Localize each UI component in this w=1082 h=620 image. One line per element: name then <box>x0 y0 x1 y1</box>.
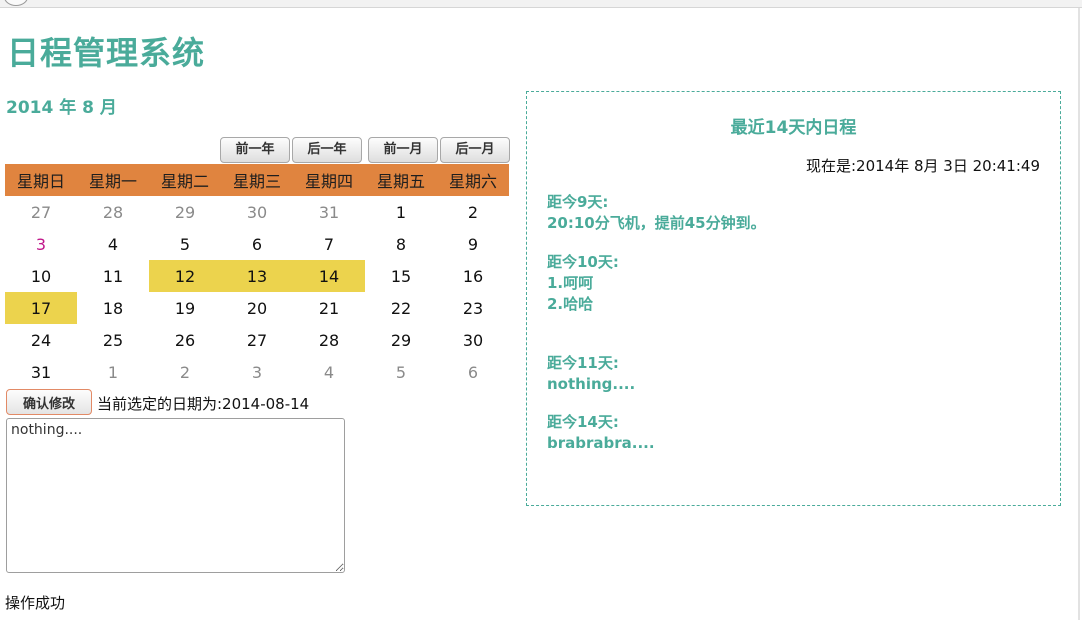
scrollbar-edge <box>1078 8 1080 620</box>
calendar-day-cell[interactable]: 11 <box>77 260 149 292</box>
weekday-header: 星期三 <box>221 164 293 196</box>
entry-text: 1.呵呵 <box>547 274 594 292</box>
calendar-day-cell[interactable]: 1 <box>77 356 149 388</box>
entry-text: nothing.... <box>547 375 636 393</box>
confirm-edit-button[interactable]: 确认修改 <box>6 389 92 415</box>
entry-days-away: 距今10天: <box>547 253 619 271</box>
calendar-day-cell[interactable]: 25 <box>77 324 149 356</box>
weekday-header: 星期一 <box>77 164 149 196</box>
app-title: 日程管理系统 <box>7 34 206 72</box>
calendar-week-row: 3456789 <box>5 228 509 260</box>
weekday-header: 星期四 <box>293 164 365 196</box>
calendar-day-cell[interactable]: 3 <box>221 356 293 388</box>
calendar-day-cell[interactable]: 29 <box>365 324 437 356</box>
calendar-day-cell[interactable]: 3 <box>5 228 77 260</box>
calendar-day-cell[interactable]: 28 <box>293 324 365 356</box>
calendar-day-cell[interactable]: 15 <box>365 260 437 292</box>
weekday-header: 星期六 <box>437 164 509 196</box>
entry-days-away: 距今11天: <box>547 354 619 372</box>
calendar-day-cell[interactable]: 27 <box>221 324 293 356</box>
calendar-day-cell[interactable]: 31 <box>5 356 77 388</box>
calendar-day-cell[interactable]: 26 <box>149 324 221 356</box>
calendar-day-cell[interactable]: 4 <box>293 356 365 388</box>
schedule-entry: 距今11天: nothing.... <box>547 353 635 395</box>
calendar-day-cell[interactable]: 13 <box>221 260 293 292</box>
calendar-day-cell[interactable]: 31 <box>293 196 365 228</box>
calendar-grid: 星期日 星期一 星期二 星期三 星期四 星期五 星期六 27 28 29 30 31 1 2… <box>5 164 509 388</box>
next-year-button[interactable]: 后一年 <box>292 137 362 163</box>
calendar-day-cell[interactable]: 29 <box>149 196 221 228</box>
entry-text: 20:10分飞机，提前45分钟到。 <box>547 214 766 232</box>
weekday-header: 星期日 <box>5 164 77 196</box>
schedule-entry: 距今9天: 20:10分飞机，提前45分钟到。 <box>547 192 766 234</box>
calendar-day-cell[interactable]: 5 <box>365 356 437 388</box>
calendar-day-cell[interactable]: 18 <box>77 292 149 324</box>
selected-date-text: 当前选定的日期为:2014-08-14 <box>97 395 310 413</box>
weekday-header-row: 星期日 星期一 星期二 星期三 星期四 星期五 星期六 <box>5 164 509 196</box>
calendar-week-row: 27 28 29 30 31 1 2 <box>5 196 509 228</box>
calendar-day-cell[interactable]: 4 <box>77 228 149 260</box>
calendar-day-cell[interactable]: 5 <box>149 228 221 260</box>
entry-days-away: 距今9天: <box>547 193 609 211</box>
current-time-text: 现在是:2014年 8月 3日 20:41:49 <box>806 157 1040 175</box>
calendar-day-cell[interactable]: 14 <box>293 260 365 292</box>
entry-days-away: 距今14天: <box>547 413 619 431</box>
calendar-day-cell[interactable]: 19 <box>149 292 221 324</box>
weekday-header: 星期二 <box>149 164 221 196</box>
calendar-day-cell[interactable]: 28 <box>77 196 149 228</box>
weekday-header: 星期五 <box>365 164 437 196</box>
calendar-day-cell[interactable]: 22 <box>365 292 437 324</box>
entry-text: brabrabra.... <box>547 434 655 452</box>
calendar-day-cell[interactable]: 17 <box>5 292 77 324</box>
calendar-day-cell[interactable]: 6 <box>221 228 293 260</box>
calendar-day-cell[interactable]: 9 <box>437 228 509 260</box>
status-message: 操作成功 <box>5 594 66 612</box>
calendar-day-cell[interactable]: 23 <box>437 292 509 324</box>
month-title: 2014 年 8 月 <box>6 98 117 118</box>
calendar-day-cell[interactable]: 30 <box>221 196 293 228</box>
prev-month-button[interactable]: 前一月 <box>368 137 438 163</box>
calendar-day-cell[interactable]: 30 <box>437 324 509 356</box>
prev-year-button[interactable]: 前一年 <box>220 137 290 163</box>
calendar-day-cell[interactable]: 24 <box>5 324 77 356</box>
schedule-note-textarea[interactable]: nothing.... <box>6 418 345 573</box>
calendar-day-cell[interactable]: 7 <box>293 228 365 260</box>
schedule-entry: 距今14天: brabrabra.... <box>547 412 655 454</box>
calendar-week-row: 17 18 19 20 21 22 23 <box>5 292 509 324</box>
browser-top-bar <box>0 0 1082 8</box>
calendar-day-cell[interactable]: 8 <box>365 228 437 260</box>
calendar-day-cell[interactable]: 2 <box>149 356 221 388</box>
calendar-week-row: 24 25 26 27 28 29 30 <box>5 324 509 356</box>
calendar-day-cell[interactable]: 12 <box>149 260 221 292</box>
browser-button-icon <box>4 0 28 6</box>
upcoming-schedule-panel: 最近14天内日程 现在是:2014年 8月 3日 20:41:49 距今9天: … <box>526 91 1061 506</box>
panel-title: 最近14天内日程 <box>730 118 857 138</box>
calendar-day-cell[interactable]: 20 <box>221 292 293 324</box>
calendar-week-row: 31 1 2 3 4 5 6 <box>5 356 509 388</box>
calendar-day-cell[interactable]: 10 <box>5 260 77 292</box>
calendar-day-cell[interactable]: 21 <box>293 292 365 324</box>
next-month-button[interactable]: 后一月 <box>440 137 510 163</box>
calendar-days: 27 28 29 30 31 1 2 3 4 5 6 7 8 9 10 11 12 13 14 15 16 17 18 19 2… <box>5 196 509 388</box>
calendar-day-cell[interactable]: 6 <box>437 356 509 388</box>
calendar-day-cell[interactable]: 2 <box>437 196 509 228</box>
calendar-week-row: 10 11 12 13 14 15 16 <box>5 260 509 292</box>
entry-text: 2.哈哈 <box>547 295 594 313</box>
calendar-day-cell[interactable]: 16 <box>437 260 509 292</box>
schedule-entry: 距今10天: 1.呵呵 2.哈哈 <box>547 252 619 315</box>
calendar-day-cell[interactable]: 1 <box>365 196 437 228</box>
calendar-day-cell[interactable]: 27 <box>5 196 77 228</box>
